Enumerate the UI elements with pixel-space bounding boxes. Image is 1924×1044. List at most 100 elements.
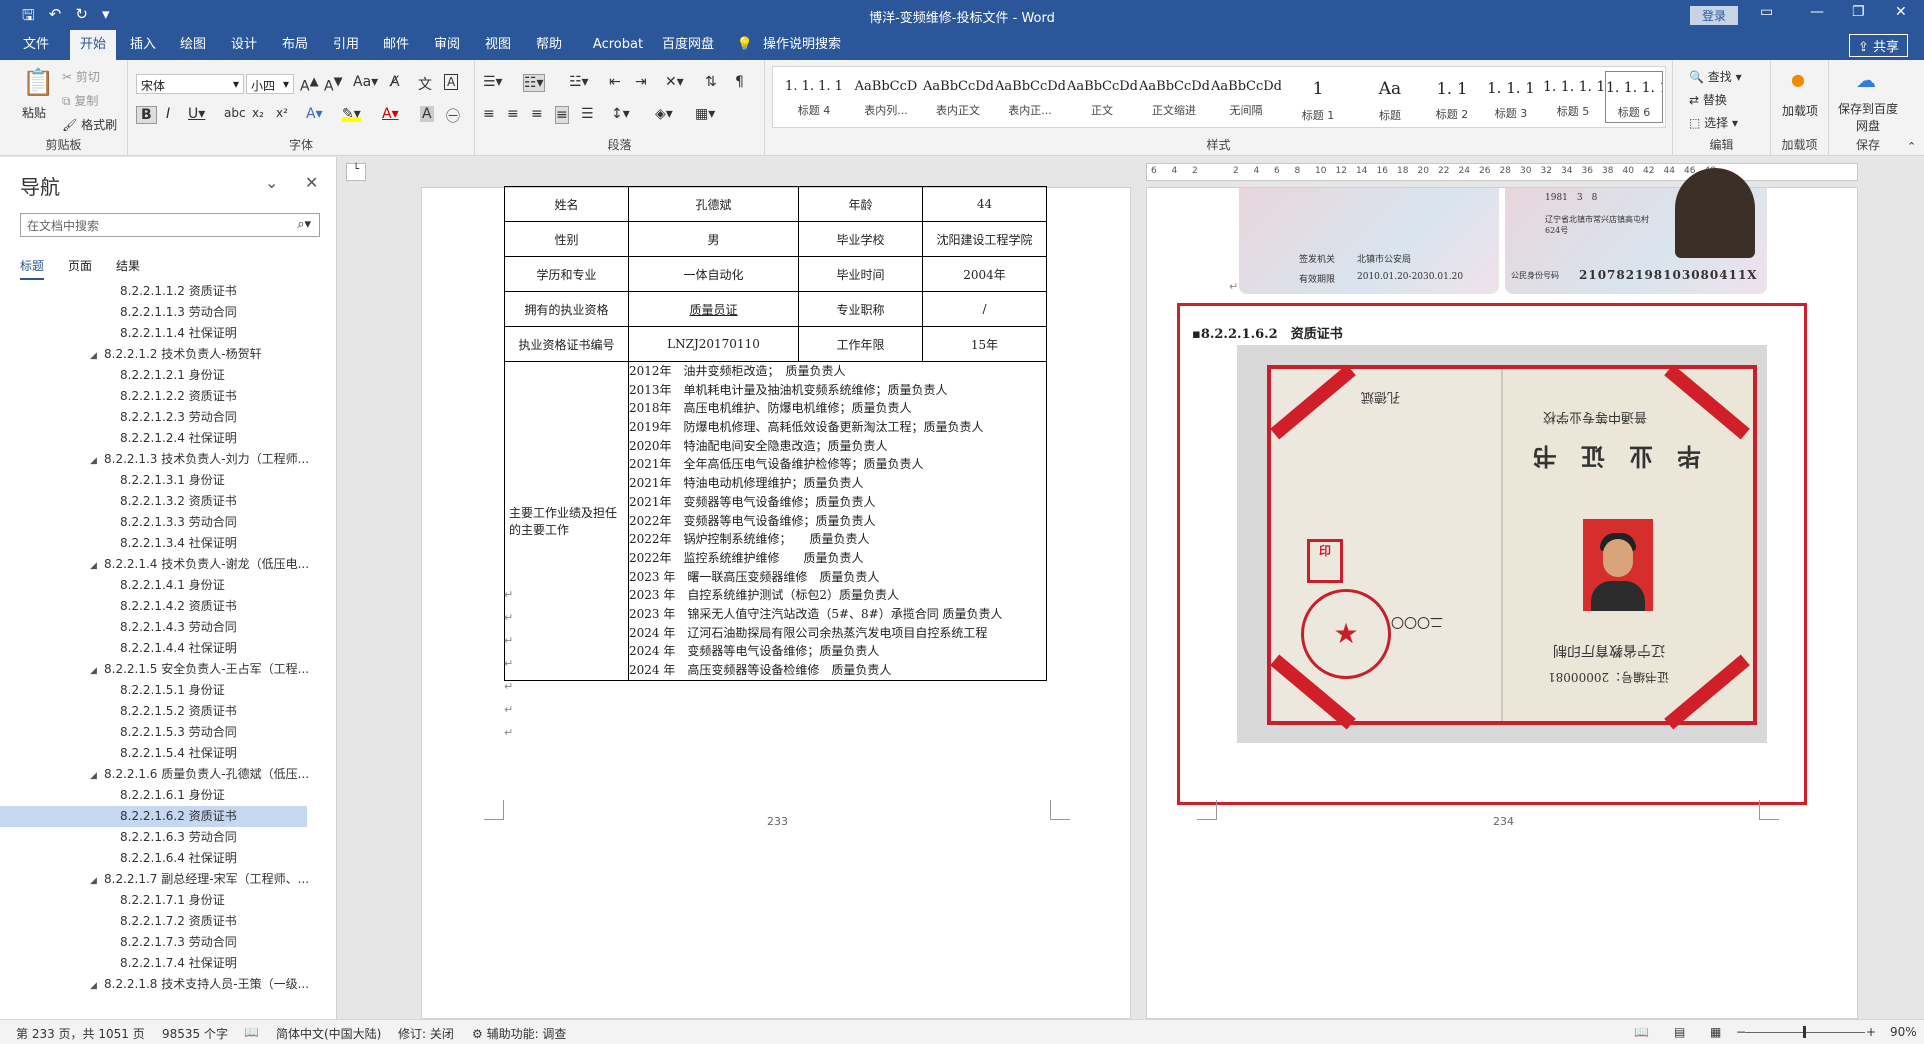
search-icon[interactable]: ⌕▾ [297, 217, 311, 232]
collapse-triangle-icon[interactable]: ◢ [90, 766, 104, 785]
justify-icon[interactable]: ≡ [555, 106, 569, 124]
style-table-body[interactable]: AaBbCcDdI 表内正文 [923, 71, 993, 123]
tab-help[interactable]: 帮助 [531, 30, 567, 60]
phonetic-guide-icon[interactable]: 文 [418, 74, 432, 94]
page-count[interactable]: 第 233 页，共 1051 页 [16, 1025, 145, 1042]
nav-heading-item[interactable]: 8.2.2.1.2.3 劳动合同 [0, 407, 336, 428]
nav-heading-item[interactable]: 8.2.2.1.3.2 资质证书 [0, 491, 336, 512]
align-right-icon[interactable]: ≡ [531, 106, 543, 122]
minimize-icon[interactable]: — [1810, 4, 1824, 20]
tell-me-search[interactable]: 操作说明搜索 [762, 30, 842, 60]
tab-references[interactable]: 引用 [328, 30, 364, 60]
increase-indent-icon[interactable]: ⇥ [635, 74, 647, 90]
borders-icon[interactable]: ▦▾ [695, 106, 715, 122]
subscript-icon[interactable]: x₂ [252, 106, 264, 120]
login-button[interactable]: 登录 [1690, 6, 1739, 25]
select-button[interactable]: ⬚ 选择 ▾ [1689, 114, 1738, 131]
zoom-level[interactable]: 90% [1890, 1025, 1917, 1039]
character-shading-icon[interactable]: A [420, 106, 434, 122]
chinese-layout-icon[interactable]: ✕▾ [665, 74, 684, 90]
nav-heading-item[interactable]: ◢ 8.2.2.1.4 技术负责人-谢龙（低压电... [0, 554, 336, 575]
tab-layout[interactable]: 布局 [277, 30, 313, 60]
enclose-characters-icon[interactable]: ㊀ [446, 106, 460, 126]
tab-draw[interactable]: 绘图 [175, 30, 211, 60]
tab-home[interactable]: 开始 [70, 30, 116, 60]
distributed-icon[interactable]: ☰ [581, 106, 594, 122]
style-title[interactable]: Aa 标题 [1355, 71, 1425, 123]
line-spacing-icon[interactable]: ↕▾ [611, 106, 630, 122]
replace-button[interactable]: ⇄ 替换 [1689, 91, 1727, 108]
nav-heading-item[interactable]: 8.2.2.1.4.1 身份证 [0, 575, 336, 596]
tab-mailings[interactable]: 邮件 [378, 30, 414, 60]
nav-heading-item[interactable]: 8.2.2.1.4.3 劳动合同 [0, 617, 336, 638]
nav-heading-item[interactable]: 8.2.2.1.4.4 社保证明 [0, 638, 336, 659]
nav-heading-item[interactable]: ◢ 8.2.2.1.8 技术支持人员-王策（一级... [0, 974, 336, 995]
nav-heading-item[interactable]: ◢ 8.2.2.1.5 安全负责人-王占军（工程... [0, 659, 336, 680]
style-normal-indent[interactable]: AaBbCcDdI 正文缩进 [1139, 71, 1209, 123]
align-center-icon[interactable]: ≡ [507, 106, 519, 122]
track-changes-status[interactable]: 修订: 关闭 [398, 1025, 454, 1042]
tab-review[interactable]: 审阅 [429, 30, 465, 60]
read-mode-icon[interactable]: 📖 [1634, 1025, 1649, 1039]
tab-baidu-netdisk[interactable]: 百度网盘 [658, 30, 718, 60]
collapse-triangle-icon[interactable]: ◢ [90, 976, 104, 995]
shading-icon[interactable]: ◈▾ [655, 106, 673, 122]
bullets-icon[interactable]: ☰▾ [483, 74, 503, 90]
tab-design[interactable]: 设计 [226, 30, 262, 60]
highlight-icon[interactable]: ✎▾ [342, 106, 361, 122]
font-size-combo[interactable]: 小四 ▾ [246, 74, 294, 94]
nav-tab-pages[interactable]: 页面 [68, 257, 92, 280]
clear-formatting-icon[interactable]: A̸ [390, 74, 400, 90]
tab-insert[interactable]: 插入 [125, 30, 161, 60]
nav-tab-results[interactable]: 结果 [116, 257, 140, 280]
strikethrough-icon[interactable]: abc [224, 106, 246, 120]
nav-heading-item[interactable]: 8.2.2.1.5.3 劳动合同 [0, 722, 336, 743]
style-heading5[interactable]: 1. 1. 1. 1. 标题 5 [1543, 71, 1603, 123]
copy-button[interactable]: ⧉ 复制 [62, 92, 98, 109]
find-button[interactable]: 🔍 查找 ▾ [1689, 68, 1742, 85]
style-heading2[interactable]: 1. 1 标题 2 [1427, 71, 1477, 123]
sort-icon[interactable]: ⇅ [705, 74, 717, 90]
nav-heading-item[interactable]: 8.2.2.1.5.1 身份证 [0, 680, 336, 701]
multilevel-list-icon[interactable]: ☳▾ [569, 74, 589, 90]
style-table-list[interactable]: AaBbCcD 表内列... [851, 71, 921, 123]
nav-heading-item[interactable]: 8.2.2.1.6.1 身份证 [0, 785, 336, 806]
nav-heading-item[interactable]: ◢ 8.2.2.1.3 技术负责人-刘力（工程师... [0, 449, 336, 470]
nav-heading-item[interactable]: 8.2.2.1.7.2 资质证书 [0, 911, 336, 932]
collapse-triangle-icon[interactable]: ◢ [90, 346, 104, 365]
character-border-icon[interactable]: A [444, 74, 459, 90]
nav-heading-item[interactable]: 8.2.2.1.2.1 身份证 [0, 365, 336, 386]
nav-heading-item[interactable]: 8.2.2.1.7.3 劳动合同 [0, 932, 336, 953]
collapse-ribbon-icon[interactable]: ⌃ [1907, 140, 1916, 153]
font-name-combo[interactable]: 宋体 ▾ [136, 74, 244, 94]
nav-heading-item[interactable]: 8.2.2.1.7.4 社保证明 [0, 953, 336, 974]
tab-selector[interactable]: └ [346, 163, 366, 181]
addin-icon[interactable]: ● [1791, 70, 1805, 89]
style-heading3[interactable]: 1. 1. 1 标题 3 [1481, 71, 1541, 123]
word-count[interactable]: 98535 个字 [162, 1025, 228, 1042]
nav-search-input[interactable]: 在文档中搜索 ⌕▾ [20, 213, 320, 237]
nav-heading-item[interactable]: ◢ 8.2.2.1.6 质量负责人-孔德斌（低压... [0, 764, 336, 785]
tab-view[interactable]: 视图 [480, 30, 516, 60]
nav-heading-item[interactable]: 8.2.2.1.7.1 身份证 [0, 890, 336, 911]
numbering-icon[interactable]: ☷▾ [523, 74, 545, 92]
nav-heading-item[interactable]: ◢ 8.2.2.1.7 副总经理-宋军（工程师、... [0, 869, 336, 890]
grow-font-icon[interactable]: A▲ [300, 74, 319, 95]
superscript-icon[interactable]: x² [276, 106, 288, 120]
align-left-icon[interactable]: ≡ [483, 106, 495, 122]
nav-heading-item[interactable]: 8.2.2.1.2.4 社保证明 [0, 428, 336, 449]
font-color-icon[interactable]: A▾ [382, 106, 399, 122]
cut-button[interactable]: ✂ 剪切 [62, 68, 100, 85]
bold-icon[interactable]: B [136, 106, 157, 124]
share-button[interactable]: ⇪ 共享 [1849, 34, 1909, 57]
style-no-spacing[interactable]: AaBbCcDdI 无间隔 [1211, 71, 1281, 123]
maximize-icon[interactable]: ❐ [1852, 4, 1865, 20]
nav-heading-item[interactable]: 8.2.2.1.2.2 资质证书 [0, 386, 336, 407]
nav-heading-item[interactable]: 8.2.2.1.3.3 劳动合同 [0, 512, 336, 533]
change-case-icon[interactable]: Aa▾ [353, 74, 378, 90]
nav-heading-item[interactable]: 8.2.2.1.1.2 资质证书 [0, 281, 336, 302]
zoom-in-icon[interactable]: + [1866, 1025, 1876, 1039]
nav-heading-item[interactable]: 8.2.2.1.6.2 资质证书 [0, 806, 307, 827]
decrease-indent-icon[interactable]: ⇤ [609, 74, 621, 90]
print-layout-icon[interactable]: ▤ [1674, 1025, 1685, 1039]
